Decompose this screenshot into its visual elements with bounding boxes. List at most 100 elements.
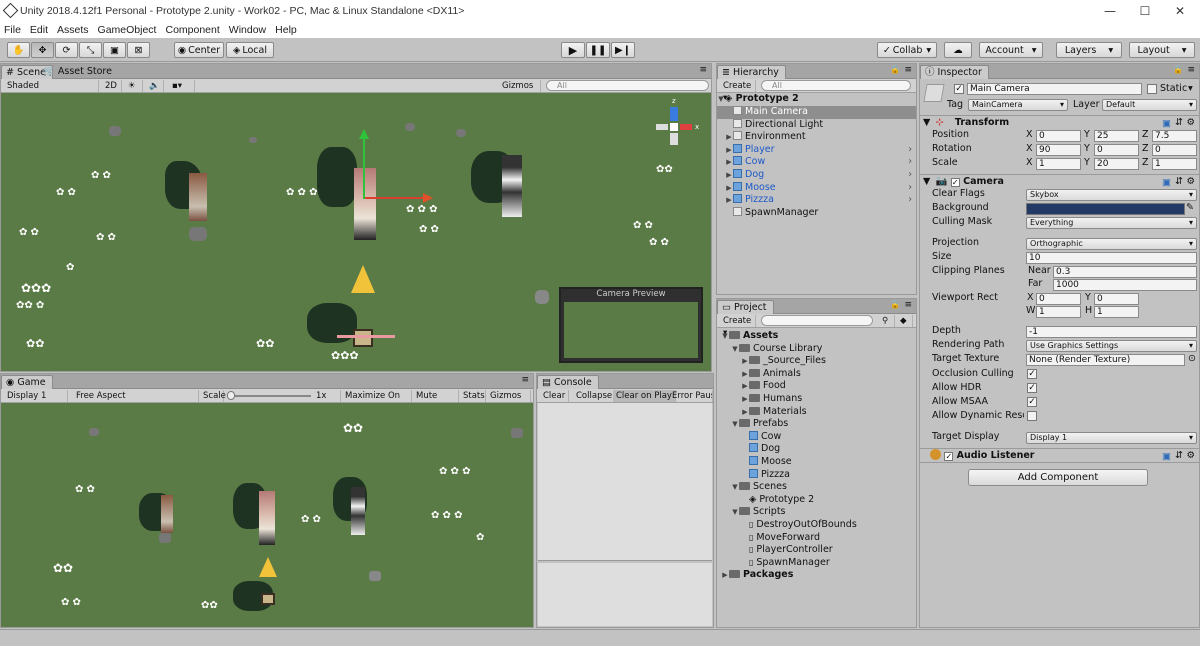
pause-button[interactable]: ❚❚ xyxy=(586,42,610,58)
gear-icon[interactable]: ⚙ xyxy=(1186,175,1195,189)
chevron-right-icon[interactable]: ▶ xyxy=(741,406,749,419)
project-item-dog[interactable]: Dog xyxy=(717,443,916,456)
minimize-button[interactable]: — xyxy=(1095,2,1125,20)
menu-edit[interactable]: Edit xyxy=(30,24,48,36)
hierarchy-item-moose[interactable]: ▶ Moose › xyxy=(717,181,916,195)
viewport-w-field[interactable]: 1 xyxy=(1036,306,1081,318)
gizmos-dropdown[interactable]: Gizmos xyxy=(499,80,541,92)
hierarchy-item-dog[interactable]: ▶ Dog › xyxy=(717,169,916,182)
hierarchy-item-main-camera[interactable]: Main Camera xyxy=(717,106,916,119)
tab-hierarchy[interactable]: ≣ Hierarchy xyxy=(717,65,786,79)
active-checkbox[interactable]: ✓ xyxy=(954,84,964,94)
step-button[interactable]: ▶❙ xyxy=(611,42,635,58)
account-dropdown[interactable]: Account ▾ xyxy=(979,42,1043,58)
pivot-local-button[interactable]: ◈ Local xyxy=(226,42,274,58)
menu-component[interactable]: Component xyxy=(165,24,219,36)
project-item-moose[interactable]: Moose xyxy=(717,456,916,469)
hierarchy-search-input[interactable]: All xyxy=(761,80,911,91)
project-item-assets[interactable]: ▼ Assets xyxy=(717,330,916,343)
chevron-right-icon[interactable]: ▶ xyxy=(725,169,733,182)
object-name-field[interactable]: Main Camera xyxy=(967,83,1142,95)
hand-tool-button[interactable]: ✋ xyxy=(7,42,30,58)
layer-dropdown[interactable]: Default xyxy=(1102,99,1197,111)
move-tool-button[interactable]: ✥ xyxy=(31,42,54,58)
layout-dropdown[interactable]: Layout ▾ xyxy=(1129,42,1195,58)
chevron-down-icon[interactable]: ▾ xyxy=(1188,83,1193,95)
filter-label-button[interactable]: ◆ xyxy=(897,315,913,327)
console-collapse-button[interactable]: Collapse xyxy=(573,390,617,402)
stats-toggle[interactable]: Stats xyxy=(460,390,486,402)
hierarchy-item-directional-light[interactable]: Directional Light xyxy=(717,118,916,132)
hierarchy-item-cow[interactable]: ▶ Cow › xyxy=(717,156,916,169)
preset-icon[interactable]: ⇵ xyxy=(1175,449,1183,463)
tab-project[interactable]: ▭ Project xyxy=(717,300,774,314)
eyedropper-icon[interactable]: ✎ xyxy=(1186,202,1194,214)
tab-asset-store[interactable]: 🛒 Asset Store xyxy=(39,65,118,79)
chevron-right-icon[interactable]: ▶ xyxy=(725,144,733,157)
scale-z-field[interactable]: 1 xyxy=(1152,158,1197,170)
scale-slider[interactable] xyxy=(229,395,311,397)
scale-tool-button[interactable]: ⤡ xyxy=(79,42,102,58)
hierarchy-item-pizzza[interactable]: ▶ Pizzza › xyxy=(717,194,916,207)
game-gizmos-dropdown[interactable]: Gizmos xyxy=(487,390,531,402)
menu-assets[interactable]: Assets xyxy=(57,24,89,36)
project-item-course-library[interactable]: ▼ Course Library xyxy=(717,343,916,356)
scene-orientation-gizmo[interactable]: z x xyxy=(653,97,703,153)
lock-icon[interactable]: 🔒 xyxy=(1173,65,1183,74)
menu-file[interactable]: File xyxy=(4,24,21,36)
help-icon[interactable]: ▣ xyxy=(1162,117,1171,131)
rotation-z-field[interactable]: 0 xyxy=(1152,144,1197,156)
collab-button[interactable]: ✓ Collab ▾ xyxy=(877,42,937,58)
menu-window[interactable]: Window xyxy=(229,24,266,36)
project-item-scenes[interactable]: ▼ Scenes xyxy=(717,481,916,494)
maximize-button[interactable]: ☐ xyxy=(1130,2,1160,20)
layers-dropdown[interactable]: Layers ▾ xyxy=(1056,42,1122,58)
projection-dropdown[interactable]: Orthographic xyxy=(1026,238,1197,250)
project-item-prototype-2[interactable]: ◈ Prototype 2 xyxy=(717,494,916,507)
project-item-moveforward[interactable]: ▯ MoveForward xyxy=(717,532,916,545)
chevron-right-icon[interactable]: ▶ xyxy=(725,194,733,207)
chevron-right-icon[interactable]: ▶ xyxy=(725,131,733,144)
maximize-on-play-toggle[interactable]: Maximize On Play xyxy=(342,390,412,413)
filter-type-button[interactable]: ⚲ xyxy=(879,315,895,327)
preset-icon[interactable]: ⇵ xyxy=(1175,175,1183,189)
menu-gameobject[interactable]: GameObject xyxy=(98,24,157,36)
viewport-x-field[interactable]: 0 xyxy=(1036,293,1081,305)
project-search-input[interactable] xyxy=(761,315,873,326)
2d-toggle[interactable]: 2D xyxy=(102,80,122,92)
play-button[interactable]: ▶ xyxy=(561,42,585,58)
chevron-right-icon[interactable]: ▶ xyxy=(725,156,733,169)
chevron-right-icon[interactable]: ▶ xyxy=(741,355,749,368)
pivot-center-button[interactable]: ◉ Center xyxy=(174,42,224,58)
scene-viewport[interactable]: ✿ ✿ ✿ ✿ ✿ ✿ ✿ ✿ ✿ ✿✿✿ ✿✿ ✿ ✿✿ ✿ ✿ ✿ ✿ ✿ … xyxy=(1,93,711,371)
rect-tool-button[interactable]: ▣ xyxy=(103,42,126,58)
chevron-right-icon[interactable]: › xyxy=(908,144,912,157)
shading-dropdown[interactable]: Shaded xyxy=(4,80,99,92)
help-icon[interactable]: ▣ xyxy=(1162,176,1171,190)
near-field[interactable]: 0.3 xyxy=(1053,266,1197,278)
chevron-right-icon[interactable]: ▶ xyxy=(725,182,733,195)
scale-y-field[interactable]: 20 xyxy=(1094,158,1139,170)
chevron-right-icon[interactable]: ▶ xyxy=(721,569,729,582)
chevron-right-icon[interactable]: › xyxy=(908,182,912,195)
project-item-spawnmanager[interactable]: ▯ SpawnManager xyxy=(717,557,916,570)
project-item-packages[interactable]: ▶ Packages xyxy=(717,569,916,582)
chevron-right-icon[interactable]: › xyxy=(908,194,912,207)
lock-icon[interactable]: 🔒 xyxy=(890,300,900,309)
transform-tool-button[interactable]: ⊠ xyxy=(127,42,150,58)
position-x-field[interactable]: 0 xyxy=(1036,130,1081,142)
target-texture-field[interactable]: None (Render Texture) xyxy=(1026,354,1185,366)
add-component-button[interactable]: Add Component xyxy=(968,469,1148,486)
project-item-pizzza[interactable]: Pizzza xyxy=(717,468,916,482)
chevron-right-icon[interactable]: ▶ xyxy=(741,393,749,406)
menu-help[interactable]: Help xyxy=(275,24,297,36)
lock-icon[interactable]: 🔒 xyxy=(890,65,900,74)
project-item-prefabs[interactable]: ▼ Prefabs xyxy=(717,418,916,431)
panel-menu-icon[interactable]: ≡ xyxy=(1187,65,1195,75)
allow-msaa-checkbox[interactable]: ✓ xyxy=(1027,397,1037,407)
chevron-down-icon[interactable]: ▼ xyxy=(721,330,729,343)
scene-root-row[interactable]: ▼◈ Prototype 2 xyxy=(717,93,916,106)
project-item-scripts[interactable]: ▼ Scripts xyxy=(717,506,916,519)
chevron-right-icon[interactable]: ▶ xyxy=(741,368,749,381)
chevron-down-icon[interactable]: ▼ xyxy=(731,343,739,356)
